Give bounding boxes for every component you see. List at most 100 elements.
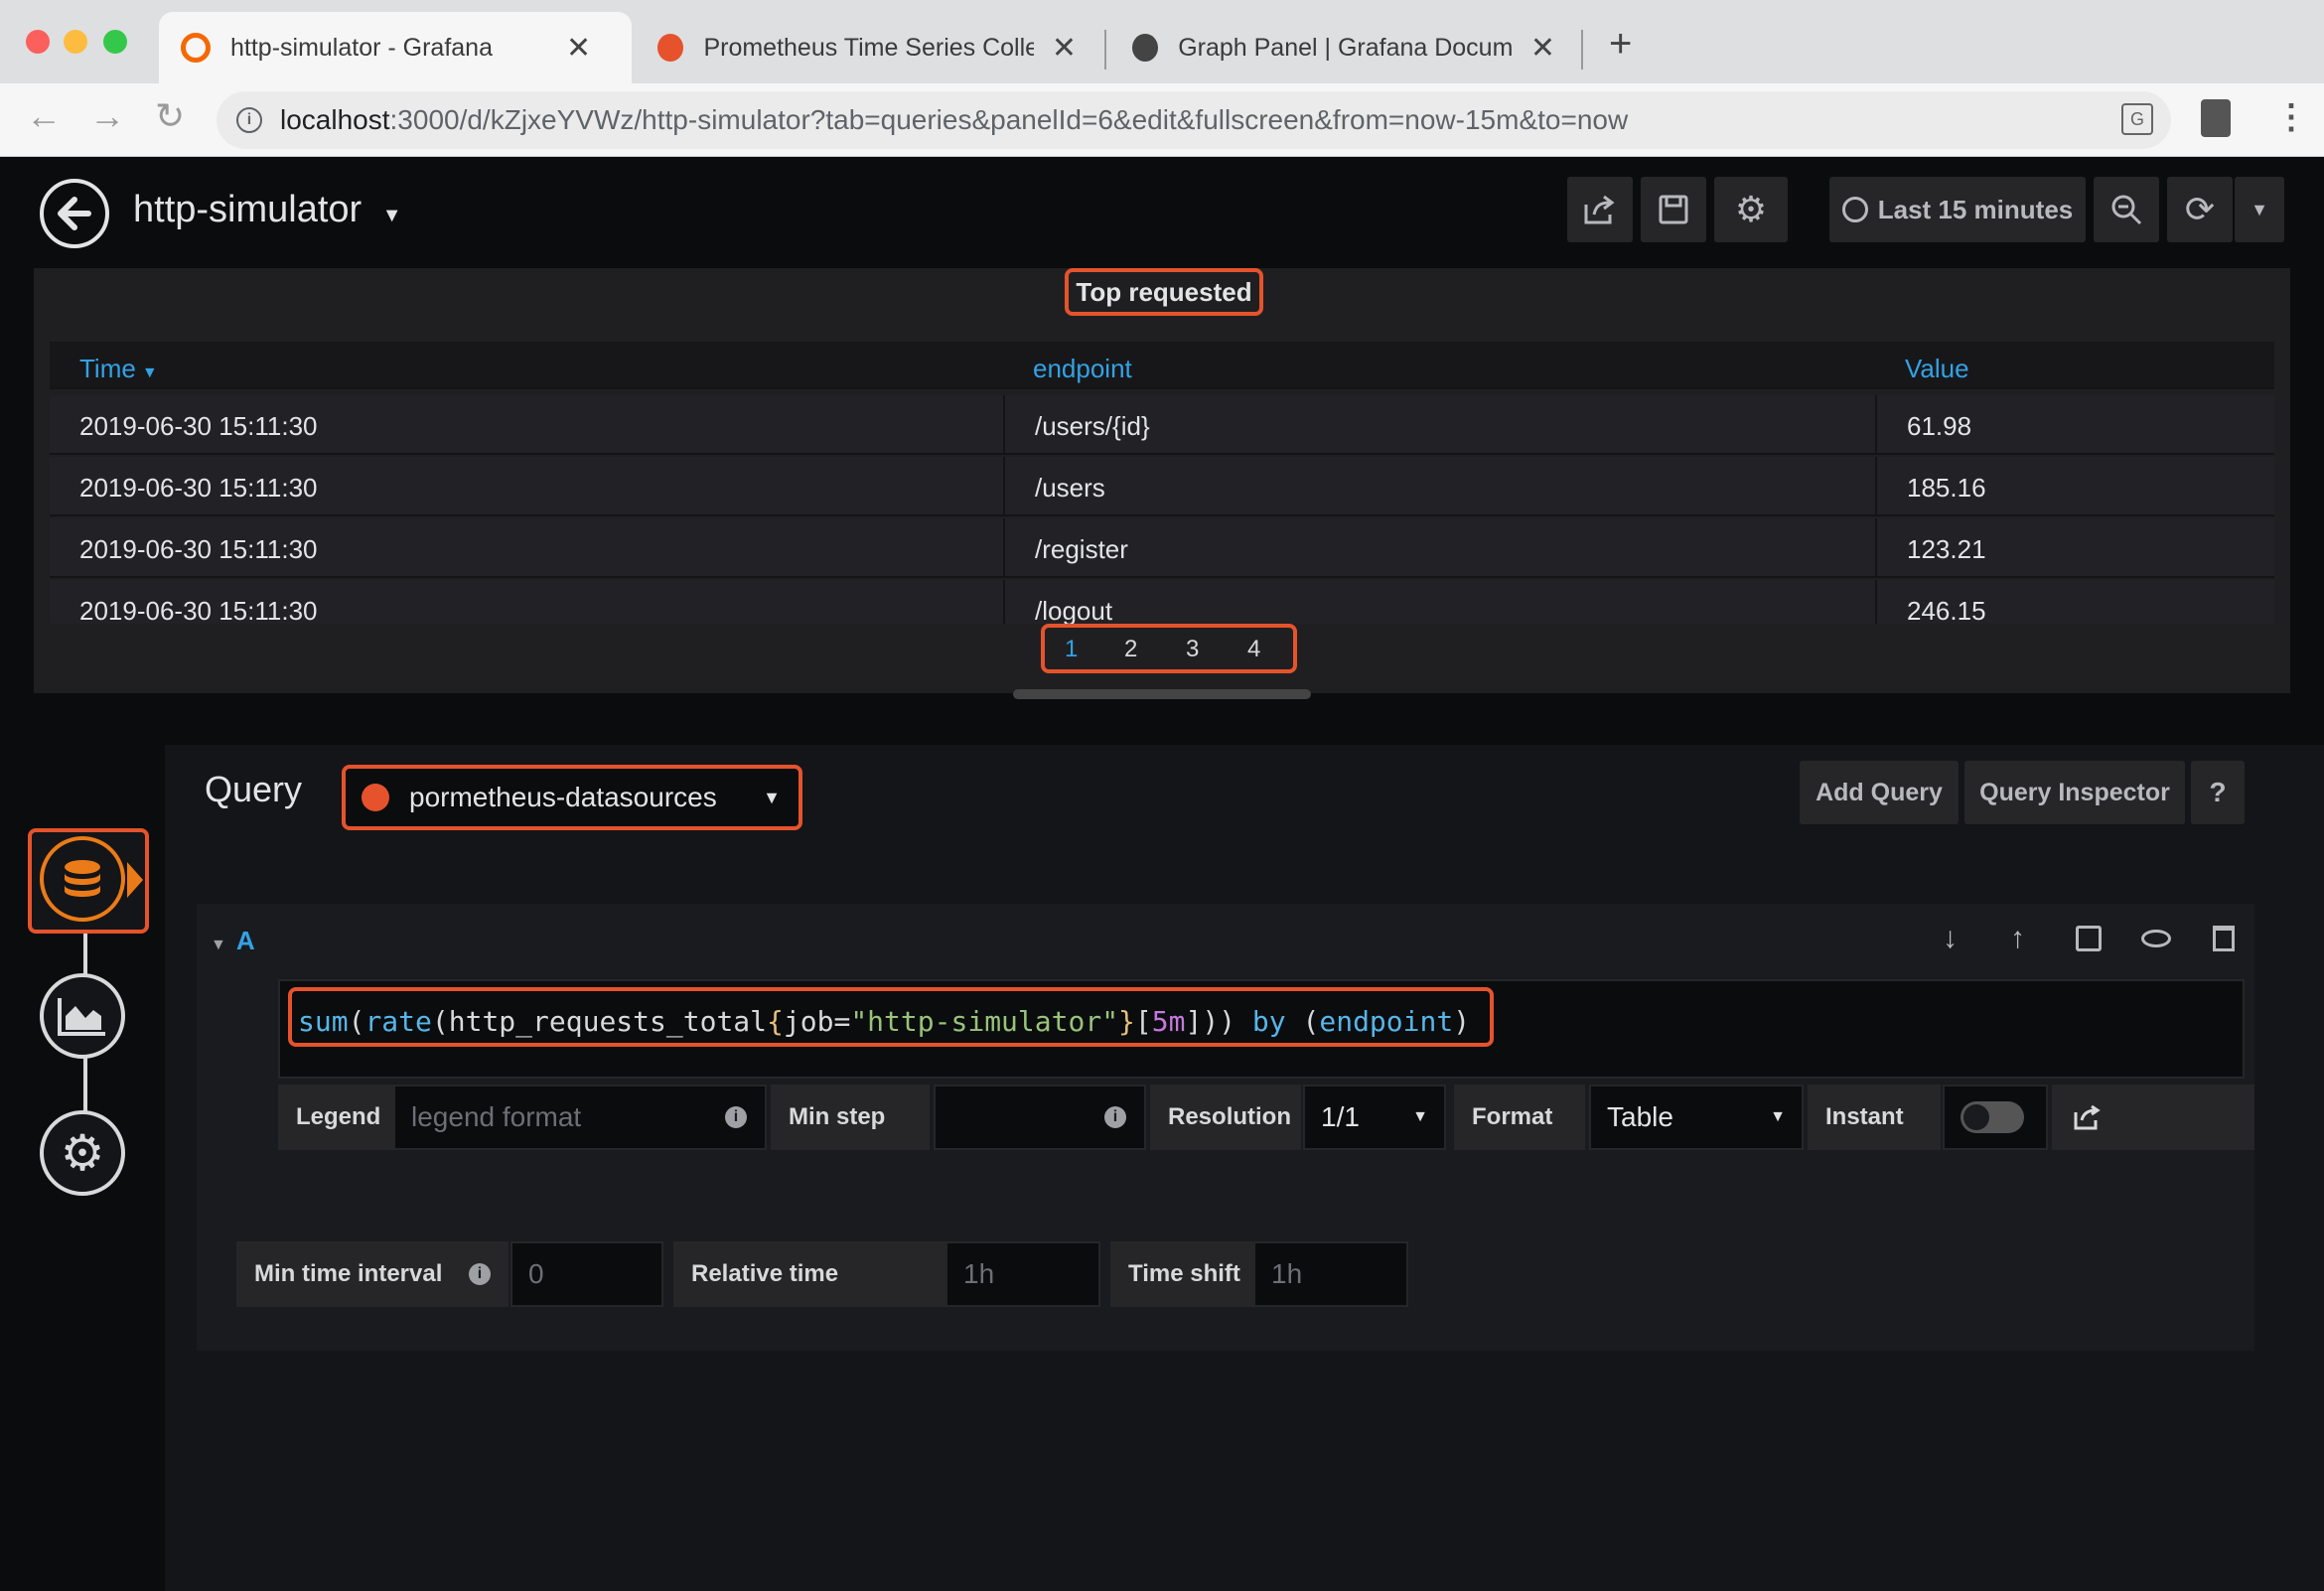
legend-format-input[interactable]: legend format i [393,1085,767,1150]
panel-title[interactable]: Top requested [1065,268,1263,316]
cell-value: 123.21 [1907,534,1986,564]
arrow-left-icon [58,197,91,230]
close-tab-icon[interactable]: ✕ [566,31,591,66]
gear-wrench-icon: ⚙ [60,1125,105,1181]
query-token: job [783,1005,834,1038]
tab-grafana-docs[interactable]: Graph Panel | Grafana Docume ✕ [1110,12,1577,83]
close-window-button[interactable] [26,30,50,54]
refresh-icon: ⟳ [2184,189,2216,229]
refresh-button[interactable]: ⟳ [2167,177,2233,242]
min-step-label: Min step [771,1085,930,1150]
clipboard-extension-icon[interactable] [2201,99,2231,137]
query-token: [ [1134,1005,1152,1038]
refresh-interval-dropdown[interactable]: ▼ [2235,177,2284,242]
instant-toggle[interactable] [1961,1101,2024,1133]
maximize-window-button[interactable] [103,30,127,54]
column-header-time[interactable]: Time ▼ [79,354,158,384]
tab-divider [1581,30,1583,70]
time-shift-label: Time shift [1110,1241,1253,1307]
page-3-link[interactable]: 3 [1186,636,1199,663]
format-label: Format [1454,1085,1585,1150]
legend-label: Legend [278,1085,393,1150]
zoom-out-button[interactable] [2094,177,2159,242]
relative-time-input[interactable]: 1h [945,1241,1100,1307]
settings-button[interactable]: ⚙ [1714,177,1788,242]
duplicate-icon[interactable] [2076,926,2102,951]
column-header-value[interactable]: Value [1905,354,1969,384]
back-to-dashboard-button[interactable] [40,179,109,248]
queries-tab-button[interactable] [40,836,125,922]
query-token: ] [1185,1005,1203,1038]
query-token: "http-simulator" [850,1005,1119,1038]
tab-grafana[interactable]: http-simulator - Grafana ✕ [159,12,632,83]
trash-icon[interactable] [2213,926,2235,951]
help-button[interactable]: ? [2191,761,2245,824]
min-time-interval-input[interactable]: 0 [510,1241,663,1307]
reload-icon[interactable]: ↻ [155,95,185,137]
query-token: by [1251,1005,1303,1038]
url-bar[interactable]: i localhost:3000/d/kZjxeYVWz/http-simula… [217,91,2171,149]
save-icon [1659,195,1688,224]
column-divider [1003,395,1005,455]
visualization-tab-button[interactable] [40,973,125,1059]
back-icon[interactable]: ← [26,95,62,137]
cell-endpoint: /users/{id} [1035,411,1150,441]
new-tab-icon[interactable]: + [1609,22,1632,67]
datasource-picker[interactable]: pormetheus-datasources ▼ [342,765,802,830]
move-up-icon[interactable]: ↑ [2010,922,2025,955]
query-token: ( [348,1005,365,1038]
min-step-input[interactable]: i [934,1085,1146,1150]
active-step-pointer [127,862,143,898]
time-shift-input[interactable]: 1h [1253,1241,1408,1307]
cell-time: 2019-06-30 15:11:30 [79,411,318,441]
url-text: localhost:3000/d/kZjxeYVWz/http-simulato… [280,104,1629,135]
menu-kebab-icon[interactable]: ⋮ [2274,97,2308,137]
forward-icon[interactable]: → [89,95,125,137]
query-row-toggle[interactable]: ▼ A [211,926,255,956]
resolution-select[interactable]: 1/1 ▼ [1303,1085,1446,1150]
page-4-link[interactable]: 4 [1247,636,1260,663]
share-icon [1584,195,1615,224]
promql-expression[interactable]: sum(rate(http_requests_total{job="http-s… [298,1005,1470,1038]
dashboard-title[interactable]: http-simulator ▼ [133,189,402,231]
relative-time-label: Relative time [673,1241,945,1307]
info-icon[interactable]: i [236,107,262,133]
caret-down-icon: ▼ [2251,199,2268,219]
translate-icon[interactable]: G [2121,103,2153,135]
minimize-window-button[interactable] [64,30,87,54]
close-tab-icon[interactable]: ✕ [1530,31,1555,66]
cell-time: 2019-06-30 15:11:30 [79,534,318,564]
page-2-link[interactable]: 2 [1124,636,1137,663]
move-down-icon[interactable]: ↓ [1943,922,1958,955]
prometheus-logo-icon [657,34,684,62]
share-dashboard-button[interactable] [1567,177,1633,242]
external-link-icon[interactable] [2074,1104,2102,1130]
add-query-button[interactable]: Add Query [1800,761,1959,824]
column-divider [1003,580,1005,624]
query-token: http_requests_total [448,1005,768,1038]
tab-prometheus[interactable]: Prometheus Time Series Collec ✕ [636,12,1098,83]
query-inspector-button[interactable]: Query Inspector [1964,761,2185,824]
eye-icon[interactable] [2141,930,2171,947]
time-picker-button[interactable]: Last 15 minutes [1829,177,2086,242]
tab-title: Graph Panel | Grafana Docume [1178,33,1513,62]
query-token: 5m [1151,1005,1186,1038]
query-token: rate [364,1005,432,1038]
general-tab-button[interactable]: ⚙ [40,1110,125,1196]
query-token: sum [298,1005,349,1038]
close-tab-icon[interactable]: ✕ [1052,31,1077,66]
column-header-endpoint[interactable]: endpoint [1033,354,1132,384]
format-select[interactable]: Table ▼ [1589,1085,1804,1150]
query-links [2052,1085,2254,1150]
save-dashboard-button[interactable] [1641,177,1706,242]
zoom-out-icon [2111,195,2142,225]
prometheus-logo-icon [362,784,389,811]
query-section-title: Query [205,769,303,809]
panel-resize-handle[interactable] [1013,689,1311,699]
instant-toggle-wrap [1943,1085,2048,1150]
query-token: )) [1202,1005,1252,1038]
query-token: ( [1302,1005,1320,1038]
column-divider [1003,518,1005,578]
page-1-link[interactable]: 1 [1065,636,1078,663]
table-row: 2019-06-30 15:11:30 /logout 246.15 [50,580,2274,624]
